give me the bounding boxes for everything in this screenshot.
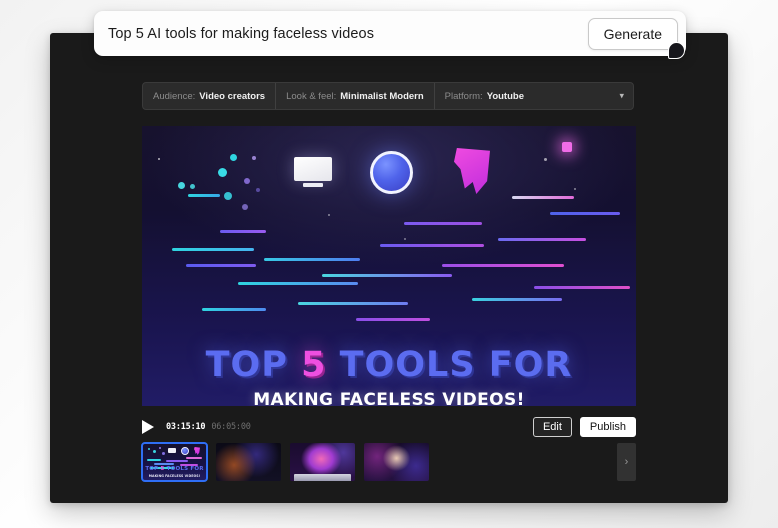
- video-subtitle: MAKING FACELESS VIDEOS!: [142, 390, 636, 406]
- thumbnail-item-face-on-monitor[interactable]: [290, 443, 355, 481]
- thumbnail-next-button[interactable]: ›: [617, 443, 636, 481]
- thumbnail-title-part2: TOOLS FOR: [165, 466, 204, 472]
- thumbnail-title-part1: TOP: [145, 466, 160, 472]
- filter-chip-audience-value: Video creators: [199, 91, 265, 102]
- prompt-input[interactable]: [108, 26, 588, 42]
- thumbnail-subtitle: MAKING FACELESS VIDEOS!: [142, 474, 207, 478]
- thumbnail-strip: TOP 5 TOOLS FOR MAKING FACELESS VIDEOS! …: [142, 441, 636, 483]
- video-title-part1: TOP: [206, 345, 301, 385]
- play-icon[interactable]: [142, 420, 154, 434]
- chevron-right-icon: ›: [625, 456, 629, 468]
- filter-chip-look-and-feel[interactable]: Look & feel: Minimalist Modern: [276, 83, 435, 109]
- filter-chip-look-and-feel-value: Minimalist Modern: [340, 91, 423, 102]
- filter-chip-audience[interactable]: Audience: Video creators: [143, 83, 276, 109]
- chevron-down-icon[interactable]: ▾: [619, 91, 624, 102]
- filter-chip-audience-label: Audience:: [153, 91, 195, 102]
- cursor-pointer: [668, 42, 685, 59]
- filter-chip-row: Audience: Video creators Look & feel: Mi…: [142, 82, 634, 110]
- time-total: 06:05:00: [211, 422, 250, 432]
- prompt-bar: Generate: [94, 11, 686, 56]
- publish-button[interactable]: Publish: [580, 417, 636, 437]
- thumbnail-title: TOP 5 TOOLS FOR: [142, 466, 207, 472]
- video-title-block: TOP 5 TOOLS FOR MAKING FACELESS VIDEOS!: [142, 348, 636, 406]
- time-current: 03:15:10: [166, 422, 205, 432]
- video-title-main: TOP 5 TOOLS FOR: [142, 348, 636, 383]
- generate-button[interactable]: Generate: [588, 18, 678, 50]
- magenta-shape-icon: [454, 148, 490, 194]
- filter-chip-platform-value: Youtube: [487, 91, 524, 102]
- filter-chip-look-and-feel-label: Look & feel:: [286, 91, 336, 102]
- orb-icon: [370, 151, 413, 194]
- thumbnail-item-hooded-character[interactable]: [364, 443, 429, 481]
- sparkle-icon: [562, 142, 572, 152]
- video-title-highlight: 5: [301, 345, 326, 385]
- thumbnail-item-abstract-shapes[interactable]: [216, 443, 281, 481]
- filter-chip-platform-label: Platform:: [445, 91, 483, 102]
- thumbnail-item-title-card[interactable]: TOP 5 TOOLS FOR MAKING FACELESS VIDEOS!: [142, 443, 207, 481]
- video-title-part2: TOOLS FOR: [326, 345, 572, 385]
- filter-chip-platform[interactable]: Platform: Youtube ▾: [435, 83, 633, 109]
- video-preview[interactable]: TOP 5 TOOLS FOR MAKING FACELESS VIDEOS!: [142, 126, 636, 406]
- edit-button[interactable]: Edit: [533, 417, 572, 437]
- monitor-icon: [294, 157, 332, 181]
- playback-controls: 03:15:10 06:05:00 Edit Publish: [142, 414, 636, 440]
- app-panel: Audience: Video creators Look & feel: Mi…: [50, 33, 728, 503]
